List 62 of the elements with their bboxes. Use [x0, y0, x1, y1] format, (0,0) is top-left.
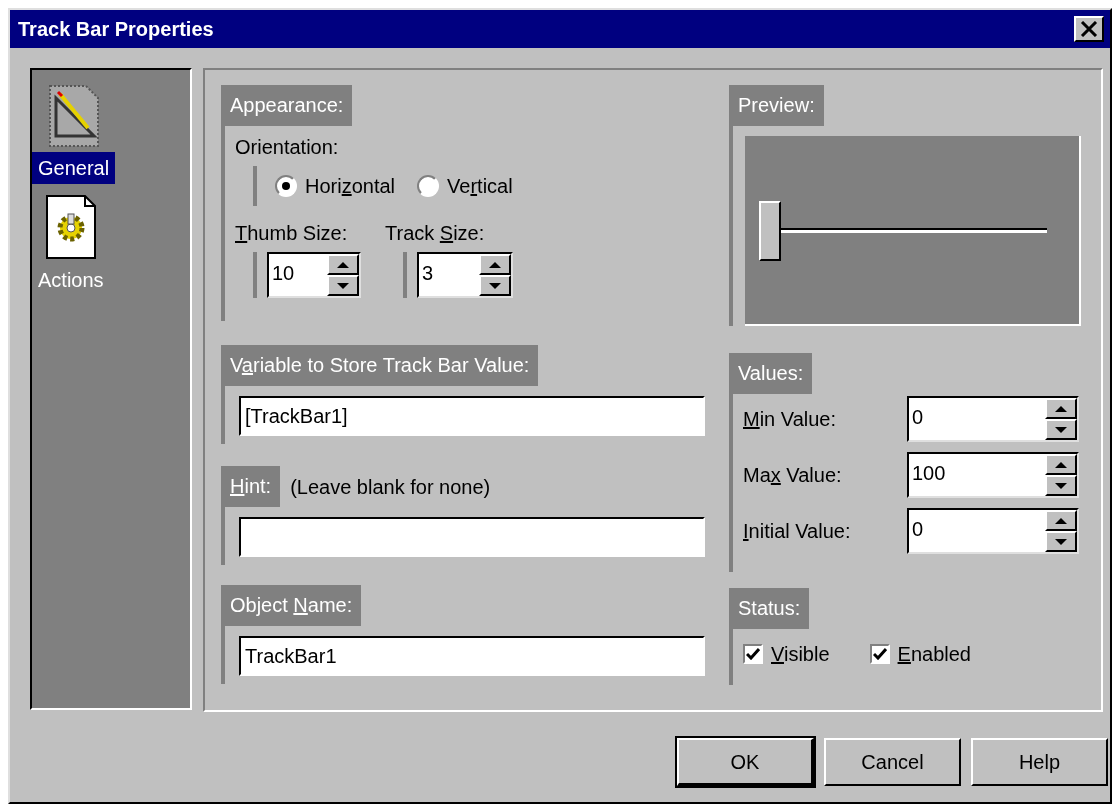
spin-up-button[interactable]: [1045, 454, 1077, 475]
close-icon: [1080, 21, 1098, 37]
sidebar-item[interactable]: General: [32, 84, 116, 184]
size-label: Thumb Size:: [235, 221, 349, 246]
dialog-button[interactable]: Cancel: [824, 738, 961, 786]
text-field[interactable]: TrackBar1: [239, 636, 705, 676]
group-title: Variable to Store Track Bar Value:: [221, 345, 539, 386]
spin-down-button[interactable]: [479, 275, 511, 296]
down-arrow-icon: [337, 282, 349, 289]
checkbox[interactable]: [743, 644, 763, 664]
field-label: Min Value:: [743, 407, 837, 432]
hint-note: (Leave blank for none): [290, 474, 491, 500]
slider-thumb[interactable]: [759, 200, 781, 261]
spin-field[interactable]: 100: [907, 452, 1079, 498]
spin-up-button[interactable]: [1045, 510, 1077, 531]
up-arrow-icon: [489, 261, 501, 268]
field-label: Hint:: [221, 466, 281, 507]
close-button[interactable]: [1074, 16, 1104, 42]
down-arrow-icon: [1055, 538, 1067, 545]
radio-button[interactable]: [417, 175, 440, 197]
spin-field[interactable]: 3: [417, 252, 513, 298]
spin-down-button[interactable]: [1045, 475, 1077, 496]
spin-field[interactable]: 10: [267, 252, 361, 298]
radio-option[interactable]: Horizontal: [275, 171, 396, 201]
group-title: Preview:: [729, 85, 824, 126]
checkbox-option[interactable]: Visible: [743, 639, 830, 669]
checkmark-icon: [746, 648, 760, 660]
up-arrow-icon: [1055, 517, 1067, 524]
spin-down-button[interactable]: [327, 275, 359, 296]
field-label: Initial Value:: [743, 519, 851, 544]
up-arrow-icon: [1055, 461, 1067, 468]
checkmark-icon: [872, 648, 887, 660]
up-arrow-icon: [1055, 405, 1067, 412]
spin-up-button[interactable]: [327, 254, 359, 275]
size-label: Track Size:: [385, 221, 486, 246]
sidebar-item[interactable]: Actions: [32, 194, 110, 296]
field-label: Object Name:: [221, 585, 362, 626]
up-arrow-icon: [337, 261, 349, 268]
orientation-label: Orientation:: [235, 135, 340, 160]
group-title: Values:: [729, 353, 813, 394]
spin-down-button[interactable]: [1045, 531, 1077, 552]
dialog-button[interactable]: OK: [677, 738, 814, 786]
checkbox-option[interactable]: Enabled: [869, 639, 971, 669]
radio-option[interactable]: Vertical: [417, 171, 513, 201]
down-arrow-icon: [1055, 426, 1067, 433]
spin-up-button[interactable]: [479, 254, 511, 275]
spin-field[interactable]: 0: [907, 396, 1079, 442]
down-arrow-icon: [1055, 482, 1067, 489]
spin-down-button[interactable]: [1045, 419, 1077, 440]
text-field[interactable]: [TrackBar1]: [239, 396, 705, 436]
checkbox[interactable]: [869, 644, 890, 664]
group-title: Appearance:: [221, 85, 353, 126]
gear-document-icon: [44, 194, 97, 260]
down-arrow-icon: [489, 282, 501, 289]
radio-button[interactable]: [275, 175, 297, 197]
spin-field[interactable]: 0: [907, 508, 1079, 554]
text-field[interactable]: [239, 517, 705, 557]
field-label: Max Value:: [743, 463, 842, 488]
group-title: Status:: [729, 588, 810, 629]
dialog-button[interactable]: Help: [971, 738, 1108, 786]
spin-up-button[interactable]: [1045, 398, 1077, 419]
window-title: Track Bar Properties: [18, 17, 214, 42]
